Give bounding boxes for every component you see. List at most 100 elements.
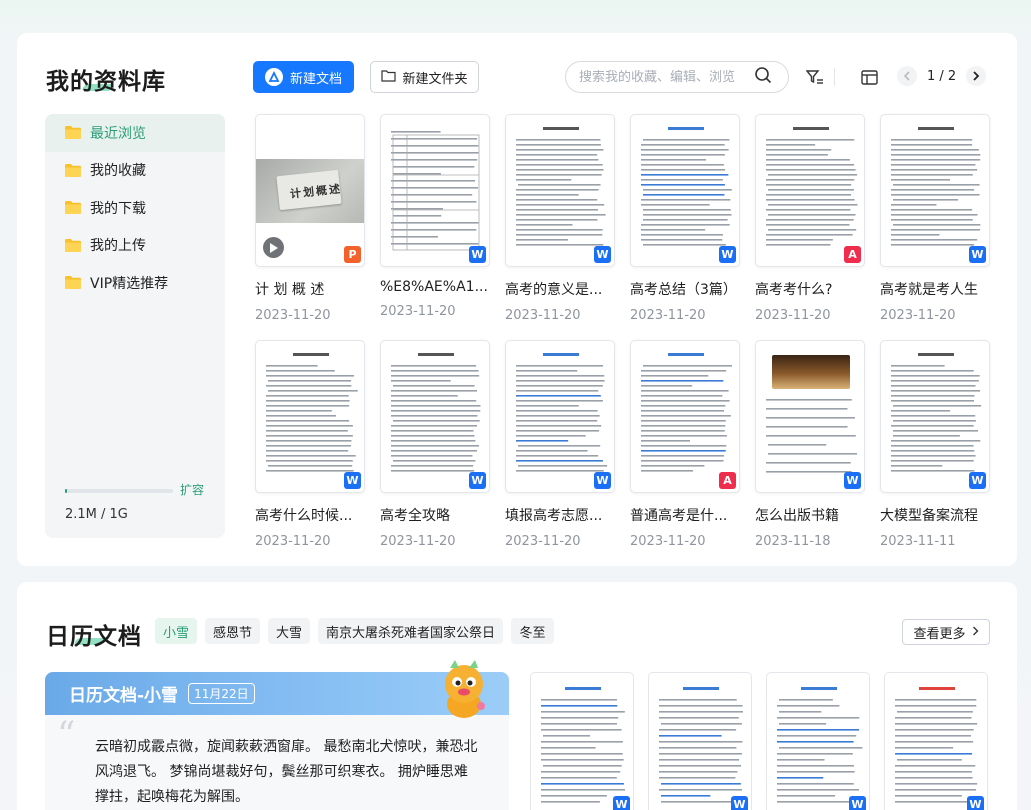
- word-file-icon: W: [469, 246, 486, 263]
- calendar-document-card[interactable]: W: [530, 672, 634, 810]
- sidebar-item-2[interactable]: 我的下载: [45, 189, 225, 227]
- document-date: 2023-11-20: [630, 308, 706, 323]
- document-date: 2023-11-20: [380, 304, 456, 319]
- chevron-right-icon[interactable]: [966, 66, 987, 86]
- word-file-icon: W: [344, 472, 361, 489]
- calendar-tag-2[interactable]: 大雪: [268, 618, 310, 644]
- word-file-icon: W: [731, 796, 748, 810]
- play-icon[interactable]: [263, 237, 284, 258]
- document-title[interactable]: 计 划 概 述: [255, 279, 375, 299]
- document-title[interactable]: 大模型备案流程: [880, 505, 1000, 525]
- document-date: 2023-11-20: [880, 308, 956, 323]
- sidebar-item-label: 我的收藏: [90, 163, 146, 180]
- document-title[interactable]: 高考总结（3篇）: [630, 279, 750, 299]
- storage-text: 2.1M / 1G: [65, 507, 128, 522]
- document-thumbnail[interactable]: W: [380, 340, 490, 493]
- view-more-button[interactable]: 查看更多: [902, 619, 990, 645]
- sidebar-item-3[interactable]: 我的上传: [45, 227, 225, 265]
- library-search-input[interactable]: [579, 69, 754, 85]
- document-thumbnail[interactable]: W: [505, 114, 615, 267]
- folder-icon: [65, 276, 81, 290]
- library-sidebar: 最近浏览我的收藏我的下载我的上传 VIP精选推荐 扩容 2.1M / 1G: [45, 114, 225, 538]
- sidebar-item-label: VIP精选推荐: [90, 275, 169, 292]
- calendar-tag-0[interactable]: 小雪: [155, 618, 197, 644]
- storage-bar-fill: [65, 489, 68, 493]
- ppt-file-icon: P: [344, 246, 361, 263]
- document-thumbnail[interactable]: W: [755, 340, 865, 493]
- sidebar-item-1[interactable]: 我的收藏: [45, 152, 225, 190]
- document-date: 2023-11-20: [755, 308, 831, 323]
- document-card[interactable]: W 高考什么时候... 2023-11-20: [255, 340, 365, 549]
- document-card[interactable]: 计划概述 P 计 划 概 述 2023-11-20: [255, 114, 365, 323]
- storage-usage: 扩容 2.1M / 1G: [65, 483, 205, 522]
- search-icon[interactable]: [754, 66, 772, 88]
- video-thumbnail-image: 计划概述: [256, 159, 364, 223]
- word-file-icon: W: [594, 246, 611, 263]
- folder-icon: [65, 163, 81, 177]
- calendar-document-card[interactable]: W: [766, 672, 870, 810]
- word-file-icon: W: [594, 472, 611, 489]
- chevron-left-icon[interactable]: [897, 66, 917, 86]
- document-date: 2023-11-18: [755, 534, 831, 549]
- expand-storage-link[interactable]: 扩容: [180, 481, 204, 498]
- document-date: 2023-11-11: [880, 534, 956, 549]
- document-card[interactable]: W 高考全攻略 2023-11-20: [380, 340, 490, 549]
- document-title[interactable]: 高考就是考人生: [880, 279, 1000, 299]
- pdf-file-icon: A: [719, 472, 736, 489]
- calendar-title: 日历文档: [46, 624, 142, 650]
- storage-bar: [65, 489, 173, 493]
- document-card[interactable]: W 高考总结（3篇） 2023-11-20: [630, 114, 740, 323]
- document-date: 2023-11-20: [630, 534, 706, 549]
- document-title[interactable]: 高考什么时候...: [255, 505, 375, 525]
- wps-logo-icon: [264, 68, 283, 86]
- calendar-document-card[interactable]: W: [648, 672, 752, 810]
- document-card[interactable]: W %E8%AE%A1... 2023-11-20: [380, 114, 490, 319]
- sidebar-item-0[interactable]: 最近浏览: [45, 114, 225, 152]
- document-title[interactable]: 怎么出版书籍: [755, 505, 875, 525]
- document-card[interactable]: W 大模型备案流程 2023-11-11: [880, 340, 990, 549]
- table-view-icon[interactable]: [859, 68, 879, 86]
- document-thumbnail[interactable]: W: [630, 114, 740, 267]
- document-thumbnail[interactable]: W: [380, 114, 490, 267]
- library-card: 我的资料库 新建文档 新建文件夹 1 / 2 最近浏览我的收藏我的: [17, 33, 1017, 566]
- document-thumbnail[interactable]: A: [630, 340, 740, 493]
- document-card[interactable]: A 普通高考是什... 2023-11-20: [630, 340, 740, 549]
- quote-open-icon: “: [57, 715, 76, 756]
- folder-icon: [65, 238, 81, 252]
- folder-outline-icon: [381, 69, 397, 86]
- sidebar-item-label: 我的上传: [90, 238, 146, 255]
- calendar-tag-4[interactable]: 冬至: [511, 618, 554, 644]
- calendar-poem: “ 云暗初成霰点微，旋闻蔌蔌洒窗扉。 最愁南北犬惊吠，兼恐北风鸿退飞。 梦锦尚堪…: [45, 715, 509, 810]
- document-thumbnail[interactable]: W: [255, 340, 365, 493]
- word-file-icon: W: [849, 796, 866, 810]
- document-card[interactable]: A 高考考什么? 2023-11-20: [755, 114, 865, 323]
- document-title[interactable]: 填报高考志愿...: [505, 505, 625, 525]
- document-thumbnail[interactable]: W: [880, 340, 990, 493]
- calendar-tag-1[interactable]: 感恩节: [205, 618, 260, 644]
- calendar-tag-3[interactable]: 南京大屠杀死难者国家公祭日: [318, 618, 503, 644]
- document-title[interactable]: 高考考什么?: [755, 279, 875, 299]
- document-card[interactable]: W 高考就是考人生 2023-11-20: [880, 114, 990, 323]
- document-card[interactable]: W 高考的意义是... 2023-11-20: [505, 114, 615, 323]
- document-title[interactable]: %E8%AE%A1...: [380, 279, 500, 295]
- poem-text: 云暗初成霰点微，旋闻蔌蔌洒窗扉。 最愁南北犬惊吠，兼恐北风鸿退飞。 梦锦尚堪裁好…: [95, 739, 478, 805]
- sidebar-item-4[interactable]: VIP精选推荐: [45, 264, 225, 302]
- document-thumbnail[interactable]: W: [880, 114, 990, 267]
- sidebar-item-label: 我的下载: [90, 200, 146, 217]
- document-title[interactable]: 普通高考是什...: [630, 505, 750, 525]
- document-thumbnail[interactable]: A: [755, 114, 865, 267]
- document-date: 2023-11-20: [505, 308, 581, 323]
- calendar-document-card[interactable]: W: [884, 672, 988, 810]
- document-thumbnail[interactable]: 计划概述 P: [255, 114, 365, 267]
- document-card[interactable]: W 填报高考志愿... 2023-11-20: [505, 340, 615, 549]
- new-folder-button[interactable]: 新建文件夹: [370, 61, 479, 93]
- filter-sort-icon[interactable]: [805, 68, 825, 86]
- library-search-box[interactable]: [565, 61, 789, 93]
- document-title[interactable]: 高考的意义是...: [505, 279, 625, 299]
- sidebar-item-label: 最近浏览: [90, 125, 146, 142]
- document-date: 2023-11-20: [255, 534, 331, 549]
- new-document-button[interactable]: 新建文档: [253, 61, 354, 93]
- document-thumbnail[interactable]: W: [505, 340, 615, 493]
- document-title[interactable]: 高考全攻略: [380, 505, 500, 525]
- document-card[interactable]: W 怎么出版书籍 2023-11-18: [755, 340, 865, 549]
